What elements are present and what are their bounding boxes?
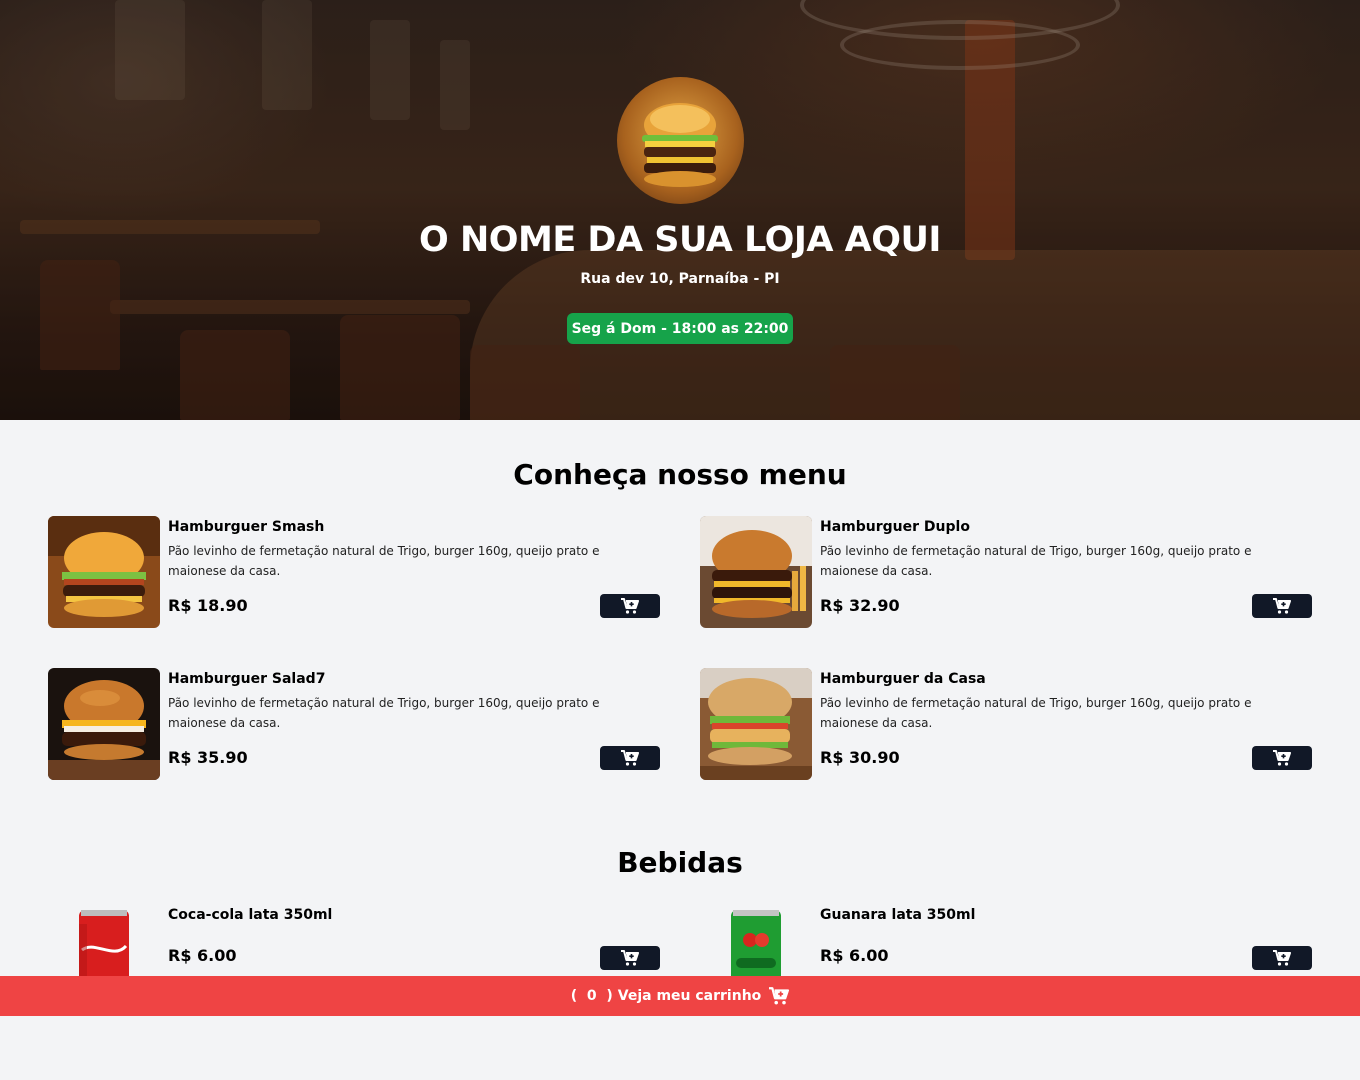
add-to-cart-button[interactable] — [1252, 946, 1312, 970]
burger-image — [48, 516, 160, 628]
product-price: R$ 35.90 — [168, 748, 248, 767]
cart-plus-icon — [621, 750, 639, 766]
hero-overlay — [0, 0, 1360, 420]
menu-item: Hamburguer Smash Pão levinho de fermetaç… — [48, 516, 660, 628]
add-to-cart-button[interactable] — [1252, 594, 1312, 618]
product-description: Pão levinho de fermetação natural de Tri… — [168, 544, 600, 578]
product-price: R$ 30.90 — [820, 748, 900, 767]
opening-hours-badge: Seg á Dom - 18:00 as 22:00 — [567, 313, 793, 344]
menu-section-title: Conheça nosso menu — [513, 458, 847, 491]
cart-plus-icon — [1273, 598, 1291, 614]
cart-plus-icon — [1273, 750, 1291, 766]
menu-item: Hamburguer Duplo Pão levinho de fermetaç… — [700, 516, 1312, 628]
cart-plus-icon — [621, 598, 639, 614]
cart-plus-icon — [769, 987, 790, 1005]
product-name: Hamburguer Smash — [168, 519, 325, 535]
add-to-cart-button[interactable] — [600, 946, 660, 970]
burger-image — [700, 668, 812, 780]
burger-logo-image — [642, 103, 718, 187]
product-image — [700, 516, 812, 628]
burger-image — [48, 668, 160, 780]
drinks-section-title: Bebidas — [617, 846, 743, 879]
cart-close-paren: ) — [606, 988, 613, 1004]
product-image — [48, 516, 160, 628]
cart-plus-icon — [1273, 950, 1291, 966]
add-to-cart-button[interactable] — [600, 746, 660, 770]
cart-plus-icon — [621, 950, 639, 966]
store-name: O NOME DA SUA LOJA AQUI — [419, 220, 941, 260]
store-header: O NOME DA SUA LOJA AQUI Rua dev 10, Parn… — [0, 0, 1360, 420]
store-address: Rua dev 10, Parnaíba - PI — [580, 271, 780, 287]
product-name: Coca-cola lata 350ml — [168, 907, 333, 923]
cart-count: 0 — [586, 988, 597, 1004]
product-name: Hamburguer Salad7 — [168, 671, 326, 687]
product-description: Pão levinho de fermetação natural de Tri… — [820, 544, 1252, 578]
cart-open-paren: ( — [570, 988, 578, 1004]
product-price: R$ 32.90 — [820, 596, 900, 615]
product-image — [48, 668, 160, 780]
burger-image — [700, 516, 812, 628]
menu-item: Hamburguer da Casa Pão levinho de fermet… — [700, 668, 1312, 780]
view-cart-bar[interactable]: ( 0 ) Veja meu carrinho — [0, 976, 1360, 1016]
menu-item: Hamburguer Salad7 Pão levinho de fermeta… — [48, 668, 660, 780]
product-price: R$ 18.90 — [168, 596, 248, 615]
add-to-cart-button[interactable] — [600, 594, 660, 618]
product-name: Guanara lata 350ml — [820, 907, 976, 923]
add-to-cart-button[interactable] — [1252, 746, 1312, 770]
product-name: Hamburguer da Casa — [820, 671, 986, 687]
product-description: Pão levinho de fermetação natural de Tri… — [168, 696, 600, 730]
product-image — [700, 668, 812, 780]
product-price: R$ 6.00 — [820, 946, 889, 965]
cart-label: Veja meu carrinho — [617, 988, 762, 1004]
store-logo — [617, 77, 744, 204]
product-price: R$ 6.00 — [168, 946, 237, 965]
product-name: Hamburguer Duplo — [820, 519, 970, 535]
product-description: Pão levinho de fermetação natural de Tri… — [820, 696, 1252, 730]
cart-count-wrapper: ( 0 ) — [571, 988, 613, 1004]
